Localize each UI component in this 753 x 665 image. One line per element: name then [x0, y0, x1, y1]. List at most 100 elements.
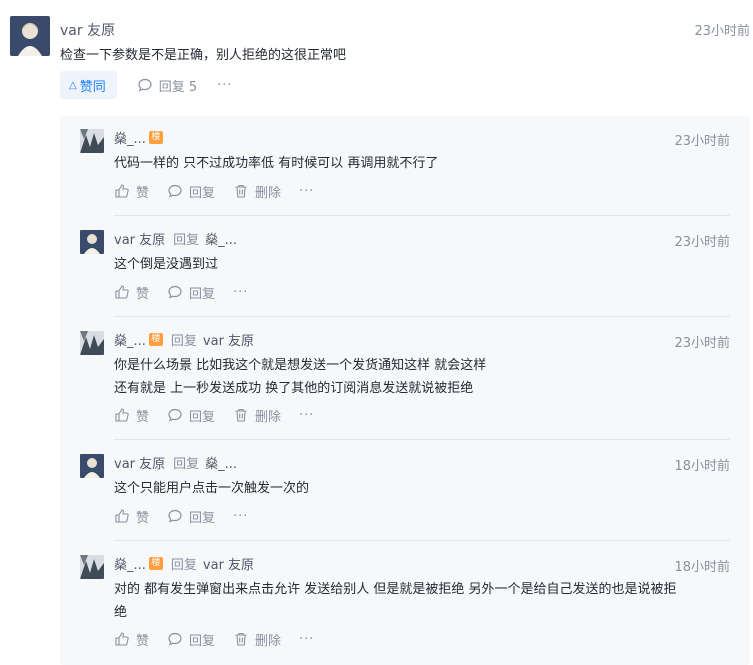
reply-time: 23小时前 [674, 134, 730, 149]
reply-list: 燊_... 楼 23小时前 代码一样的 只不过成功率低 有时候可以 再调用就不行… [60, 116, 750, 665]
comment-text: 检查一下参数是不是正确，别人拒绝的这很正常吧 [60, 48, 347, 63]
more-options-icon[interactable]: ··· [299, 632, 314, 647]
reply-target-name[interactable]: var 友原 [203, 554, 254, 573]
comment-bubble-icon [168, 285, 182, 299]
delete-label: 删除 [255, 633, 282, 649]
like-label: 赞 [136, 286, 150, 302]
like-button[interactable]: 赞 [114, 507, 149, 526]
reply-author-name[interactable]: 燊_... [114, 330, 146, 349]
delete-button[interactable]: 删除 [233, 406, 281, 425]
reply-item: 燊_... 楼 回复 var 友原 23小时前 你是什么场景 比如我这个就是想发… [60, 318, 750, 440]
reply-author-avatar[interactable] [80, 230, 104, 254]
reply-text-line: 这个倒是没遇到过 [114, 257, 219, 272]
divider [114, 540, 730, 541]
reply-time: 18小时前 [674, 560, 730, 575]
reply-label: 回复 [189, 409, 216, 425]
reply-author-avatar[interactable] [80, 129, 104, 153]
floor-badge: 楼 [148, 131, 163, 144]
more-options-icon[interactable]: ··· [299, 408, 314, 423]
comment-actions: △ 赞同 回复 5 ··· [60, 71, 233, 99]
comment-time: 23小时前 [694, 24, 750, 39]
comment-bubble-icon [168, 408, 182, 422]
like-label: 赞 [136, 409, 150, 425]
reply-actions: 赞 回复 ··· [114, 282, 248, 302]
reply-time: 18小时前 [674, 459, 730, 474]
floor-badge: 楼 [148, 557, 163, 570]
reply-to-label: 回复 [170, 558, 197, 573]
reply-author-avatar[interactable] [80, 331, 104, 355]
delete-button[interactable]: 删除 [233, 182, 281, 201]
reply-author-name[interactable]: var 友原 [114, 229, 165, 248]
trash-icon [235, 184, 247, 198]
thumbs-up-icon [115, 184, 129, 198]
reply-text-line: 你是什么场景 比如我这个就是想发送一个发货通知这样 就会这样 [114, 358, 487, 373]
comment-bubble-icon [168, 632, 182, 646]
reply-text: 这个倒是没遇到过 [114, 253, 734, 276]
comment-author-name[interactable]: var 友原 [60, 20, 115, 40]
reply-button[interactable]: 回复 5 [137, 76, 197, 95]
reply-header: 燊_... 楼 回复 var 友原 [114, 554, 254, 573]
author-avatar[interactable] [10, 16, 50, 56]
more-options-icon[interactable]: ··· [233, 285, 248, 300]
reply-text-line: 这个只能用户点击一次触发一次的 [114, 481, 310, 496]
like-button[interactable]: 赞 [114, 182, 149, 201]
reply-text: 这个只能用户点击一次触发一次的 [114, 477, 734, 500]
reply-author-avatar[interactable] [80, 555, 104, 579]
reply-author-name[interactable]: 燊_... [114, 554, 146, 573]
reply-actions: 赞 回复 删除 ··· [114, 405, 314, 425]
reply-text-line: 还有就是 上一秒发送成功 换了其他的订阅消息发送就说被拒绝 [114, 381, 474, 396]
reply-button[interactable]: 回复 [167, 182, 215, 201]
reply-author-name[interactable]: 燊_... [114, 128, 146, 147]
comment-bubble-icon [168, 184, 182, 198]
divider [114, 439, 730, 440]
like-label: 赞 [136, 510, 150, 526]
reply-label: 回复 [189, 633, 216, 649]
reply-item: var 友原 回复 燊_... 18小时前 这个只能用户点击一次触发一次的 赞 … [60, 441, 750, 541]
reply-to-label: 回复 [170, 334, 197, 349]
reply-item: 燊_... 楼 回复 var 友原 18小时前 对的 都有发生弹窗出来点击允许 … [60, 542, 750, 665]
comment-bubble-icon [138, 78, 152, 92]
reply-button[interactable]: 回复 [167, 507, 215, 526]
reply-to-label: 回复 [173, 457, 200, 472]
reply-item: 燊_... 楼 23小时前 代码一样的 只不过成功率低 有时候可以 再调用就不行… [60, 116, 750, 216]
thumbs-up-icon [115, 408, 129, 422]
reply-button[interactable]: 回复 [167, 630, 215, 649]
more-options-icon[interactable]: ··· [233, 509, 248, 524]
more-options-icon[interactable]: ··· [217, 78, 232, 93]
like-label: 赞 [136, 633, 150, 649]
reply-actions: 赞 回复 删除 ··· [114, 181, 314, 201]
like-button[interactable]: 赞 [114, 630, 149, 649]
reply-header: 燊_... 楼 [114, 128, 163, 147]
like-label: 赞 [136, 185, 150, 201]
like-button[interactable]: 赞 [114, 283, 149, 302]
reply-time: 23小时前 [674, 336, 730, 351]
reply-item: var 友原 回复 燊_... 23小时前 这个倒是没遇到过 赞 回复 ··· [60, 217, 750, 317]
reply-target-name[interactable]: var 友原 [203, 330, 254, 349]
reply-button[interactable]: 回复 [167, 283, 215, 302]
thumbs-up-icon [115, 509, 129, 523]
reply-header: var 友原 回复 燊_... [114, 453, 237, 472]
reply-target-name[interactable]: 燊_... [205, 453, 237, 472]
like-label: 赞同 [79, 79, 106, 95]
like-button[interactable]: 赞 [114, 406, 149, 425]
reply-actions: 赞 回复 ··· [114, 506, 248, 526]
thumbs-up-icon [115, 285, 129, 299]
comment-bubble-icon [168, 509, 182, 523]
thumbs-up-icon [115, 632, 129, 646]
reply-button[interactable]: 回复 [167, 406, 215, 425]
more-options-icon[interactable]: ··· [299, 184, 314, 199]
reply-author-name[interactable]: var 友原 [114, 453, 165, 472]
reply-count-label: 回复 5 [158, 79, 198, 95]
trash-icon [235, 632, 247, 646]
reply-text-line: 绝 [114, 605, 128, 620]
divider [114, 215, 730, 216]
reply-author-avatar[interactable] [80, 454, 104, 478]
reply-text: 对的 都有发生弹窗出来点击允许 发送给别人 但是就是被拒绝 另外一个是给自己发送… [114, 578, 734, 624]
reply-actions: 赞 回复 删除 ··· [114, 629, 314, 649]
delete-button[interactable]: 删除 [233, 630, 281, 649]
divider [114, 316, 730, 317]
reply-text-line: 代码一样的 只不过成功率低 有时候可以 再调用就不行了 [114, 156, 439, 171]
reply-time: 23小时前 [674, 235, 730, 250]
reply-target-name[interactable]: 燊_... [205, 229, 237, 248]
like-button[interactable]: △ 赞同 [60, 71, 117, 99]
